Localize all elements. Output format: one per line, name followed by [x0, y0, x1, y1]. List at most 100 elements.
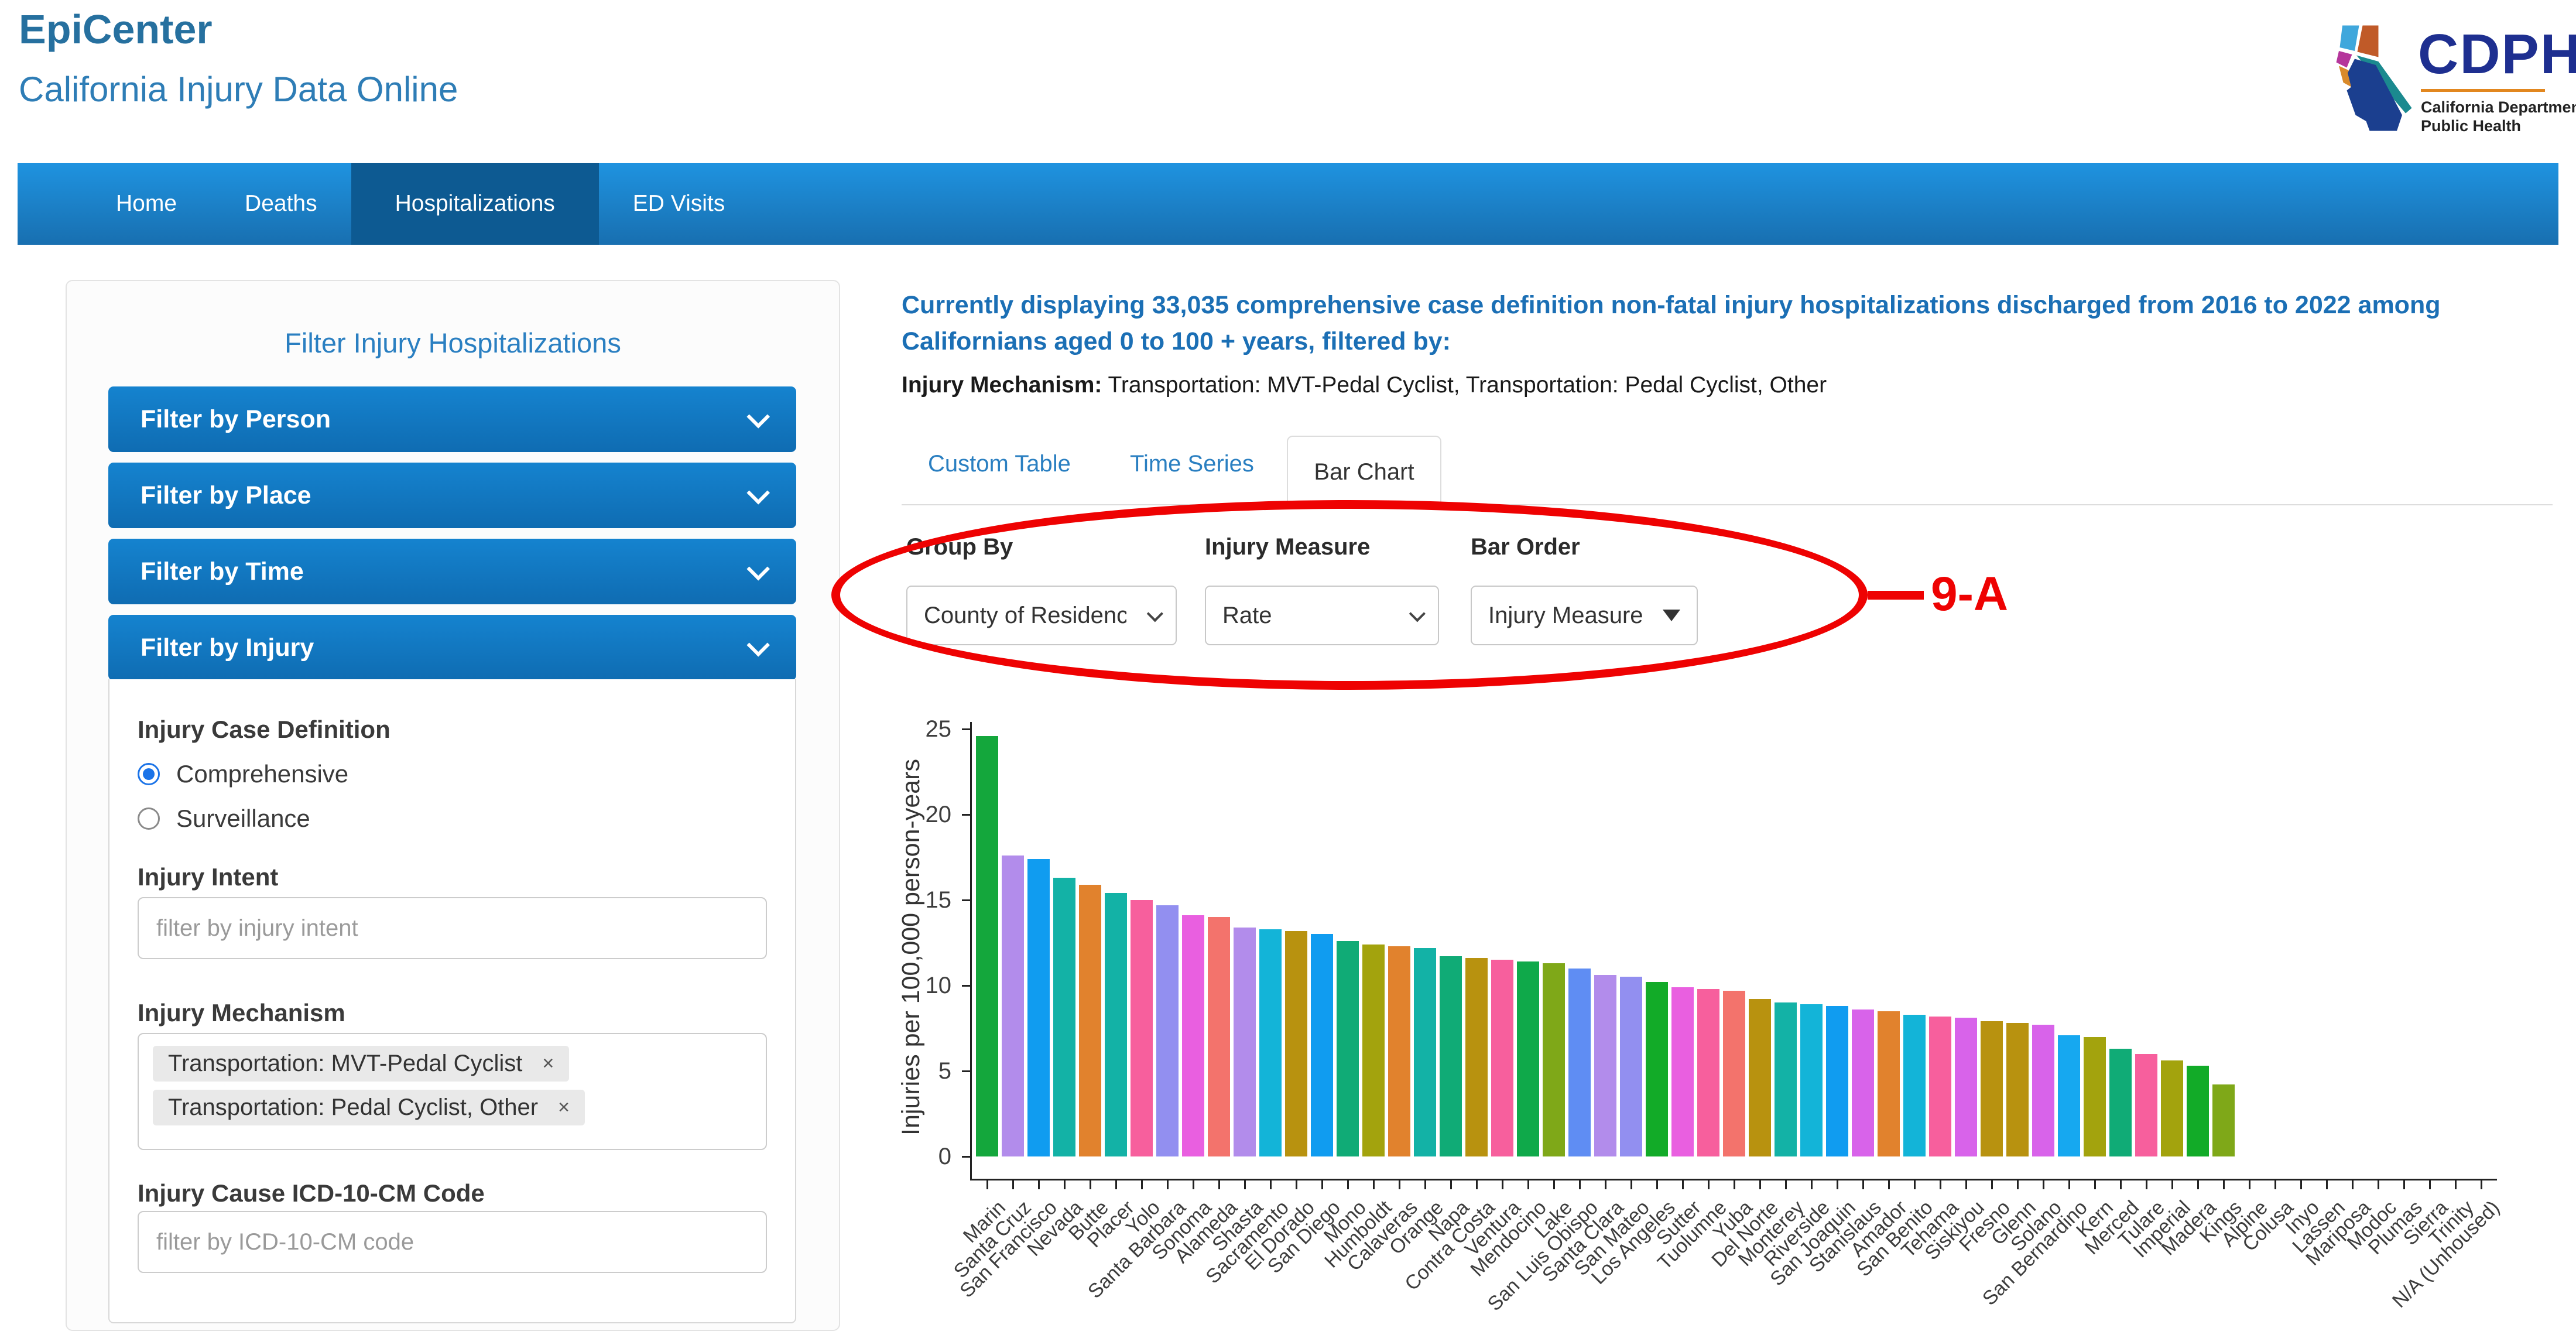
bar-sutter[interactable]: [1671, 987, 1694, 1156]
accordion-filter-by-time[interactable]: Filter by Time: [108, 539, 796, 604]
bar-glenn[interactable]: [2006, 1023, 2029, 1156]
bar-monterey[interactable]: [1775, 1002, 1797, 1156]
bar-san-luis-obispo[interactable]: [1568, 969, 1591, 1156]
bar-alameda[interactable]: [1208, 917, 1230, 1156]
bar-santa-cruz[interactable]: [1002, 856, 1024, 1156]
bar-nevada[interactable]: [1053, 878, 1075, 1156]
bar-los-angeles[interactable]: [1646, 982, 1668, 1156]
x-tick: [1656, 1180, 1658, 1189]
bar-sonoma[interactable]: [1182, 915, 1204, 1156]
x-tick: [1012, 1180, 1014, 1189]
remove-tag-icon[interactable]: ×: [558, 1096, 570, 1119]
bar-san-joaquin[interactable]: [1826, 1006, 1848, 1156]
bar-shasta[interactable]: [1234, 928, 1256, 1156]
accordion-filter-by-place[interactable]: Filter by Place: [108, 463, 796, 528]
x-tick: [1553, 1180, 1555, 1189]
bar-lake[interactable]: [1543, 963, 1565, 1156]
injury-measure-select[interactable]: Rate: [1205, 586, 1439, 645]
x-tick: [2223, 1180, 2225, 1189]
bar-mono[interactable]: [1337, 941, 1359, 1156]
bar-butte[interactable]: [1079, 885, 1101, 1156]
bar-yuba[interactable]: [1723, 991, 1745, 1156]
nav-item-hospitalizations[interactable]: Hospitalizations: [351, 163, 599, 245]
x-tick: [2455, 1180, 2457, 1189]
bar-santa-clara[interactable]: [1594, 975, 1616, 1156]
accordion-filter-by-person[interactable]: Filter by Person: [108, 386, 796, 452]
y-tick: [962, 728, 970, 730]
x-tick: [2326, 1180, 2328, 1189]
bar-solano[interactable]: [2032, 1025, 2054, 1156]
radio-comprehensive[interactable]: Comprehensive: [138, 759, 348, 789]
bar-placer[interactable]: [1105, 893, 1127, 1156]
x-tick: [2429, 1180, 2431, 1189]
y-tick: [962, 899, 970, 901]
x-tick: [2197, 1180, 2199, 1189]
select-triangle-icon: [1663, 610, 1680, 621]
bar-tulare[interactable]: [2135, 1054, 2157, 1156]
bar-yolo[interactable]: [1131, 900, 1153, 1156]
radio-selected-icon[interactable]: [138, 763, 160, 785]
remove-tag-icon[interactable]: ×: [542, 1052, 554, 1075]
app-subtitle: California Injury Data Online: [19, 69, 458, 109]
bar-del-norte[interactable]: [1749, 999, 1771, 1156]
accordion-filter-by-injury[interactable]: Filter by Injury: [108, 615, 796, 680]
nav-item-home[interactable]: Home: [82, 163, 211, 245]
bar-mendocino[interactable]: [1517, 961, 1539, 1156]
x-tick: [986, 1180, 988, 1189]
bar-san-bernardino[interactable]: [2058, 1035, 2080, 1156]
nav-item-deaths[interactable]: Deaths: [211, 163, 351, 245]
tab-time-series[interactable]: Time Series: [1130, 451, 1254, 477]
bar-san-francisco[interactable]: [1027, 859, 1050, 1156]
bar-tuolumne[interactable]: [1697, 989, 1719, 1156]
bar-madera[interactable]: [2187, 1066, 2209, 1156]
x-tick: [1296, 1180, 1297, 1189]
y-tick-label: 20: [875, 800, 951, 829]
icd-code-input[interactable]: [138, 1211, 767, 1273]
bar-imperial[interactable]: [2161, 1060, 2183, 1156]
bar-kern[interactable]: [2084, 1037, 2106, 1156]
x-tick: [1862, 1180, 1864, 1189]
bar-sacramento[interactable]: [1259, 929, 1282, 1156]
bar-san-diego[interactable]: [1311, 934, 1333, 1156]
bar-napa[interactable]: [1440, 956, 1462, 1156]
bar-amador[interactable]: [1878, 1011, 1900, 1156]
x-tick: [1141, 1180, 1143, 1189]
bar-san-mateo[interactable]: [1620, 977, 1642, 1156]
y-tick-label: 15: [875, 886, 951, 914]
mechanism-tag: Transportation: MVT-Pedal Cyclist ×: [153, 1046, 569, 1082]
bar-kings[interactable]: [2212, 1084, 2235, 1156]
bar-riverside[interactable]: [1800, 1004, 1823, 1156]
injury-mechanism-multiselect[interactable]: Transportation: MVT-Pedal Cyclist × Tran…: [138, 1033, 767, 1150]
bar-order-select[interactable]: Injury Measure: [1471, 586, 1698, 645]
bar-fresno[interactable]: [1981, 1021, 2003, 1156]
bar-contra-costa[interactable]: [1465, 958, 1488, 1156]
app-title: EpiCenter: [19, 6, 213, 53]
bar-calaveras[interactable]: [1388, 946, 1410, 1156]
radio-unselected-icon[interactable]: [138, 807, 160, 830]
nav-item-ed-visits[interactable]: ED Visits: [599, 163, 759, 245]
radio-surveillance[interactable]: Surveillance: [138, 803, 310, 834]
icd-code-label: Injury Cause ICD-10-CM Code: [138, 1179, 485, 1207]
x-tick: [2171, 1180, 2173, 1189]
bar-orange[interactable]: [1414, 948, 1436, 1156]
x-tick: [1630, 1180, 1632, 1189]
bar-stanislaus[interactable]: [1852, 1010, 1874, 1156]
main-nav: Home Deaths Hospitalizations ED Visits: [18, 163, 2558, 245]
bar-san-benito[interactable]: [1903, 1015, 1926, 1156]
tab-custom-table[interactable]: Custom Table: [928, 451, 1071, 477]
injury-intent-input[interactable]: [138, 897, 767, 959]
bar-humboldt[interactable]: [1362, 945, 1385, 1156]
x-tick: [1759, 1180, 1761, 1189]
bar-marin[interactable]: [976, 736, 998, 1156]
bar-el-dorado[interactable]: [1285, 931, 1307, 1156]
bar-merced[interactable]: [2109, 1049, 2132, 1156]
bar-tehama[interactable]: [1929, 1017, 1951, 1156]
x-tick: [1038, 1180, 1040, 1189]
accordion-label: Filter by Person: [141, 405, 331, 434]
bar-santa-barbara[interactable]: [1156, 905, 1179, 1156]
tab-bar-chart[interactable]: Bar Chart: [1287, 436, 1441, 507]
x-tick: [2403, 1180, 2405, 1189]
bar-siskiyou[interactable]: [1955, 1018, 1977, 1156]
bar-ventura[interactable]: [1491, 960, 1513, 1156]
group-by-select[interactable]: County of Residence: [906, 586, 1177, 645]
